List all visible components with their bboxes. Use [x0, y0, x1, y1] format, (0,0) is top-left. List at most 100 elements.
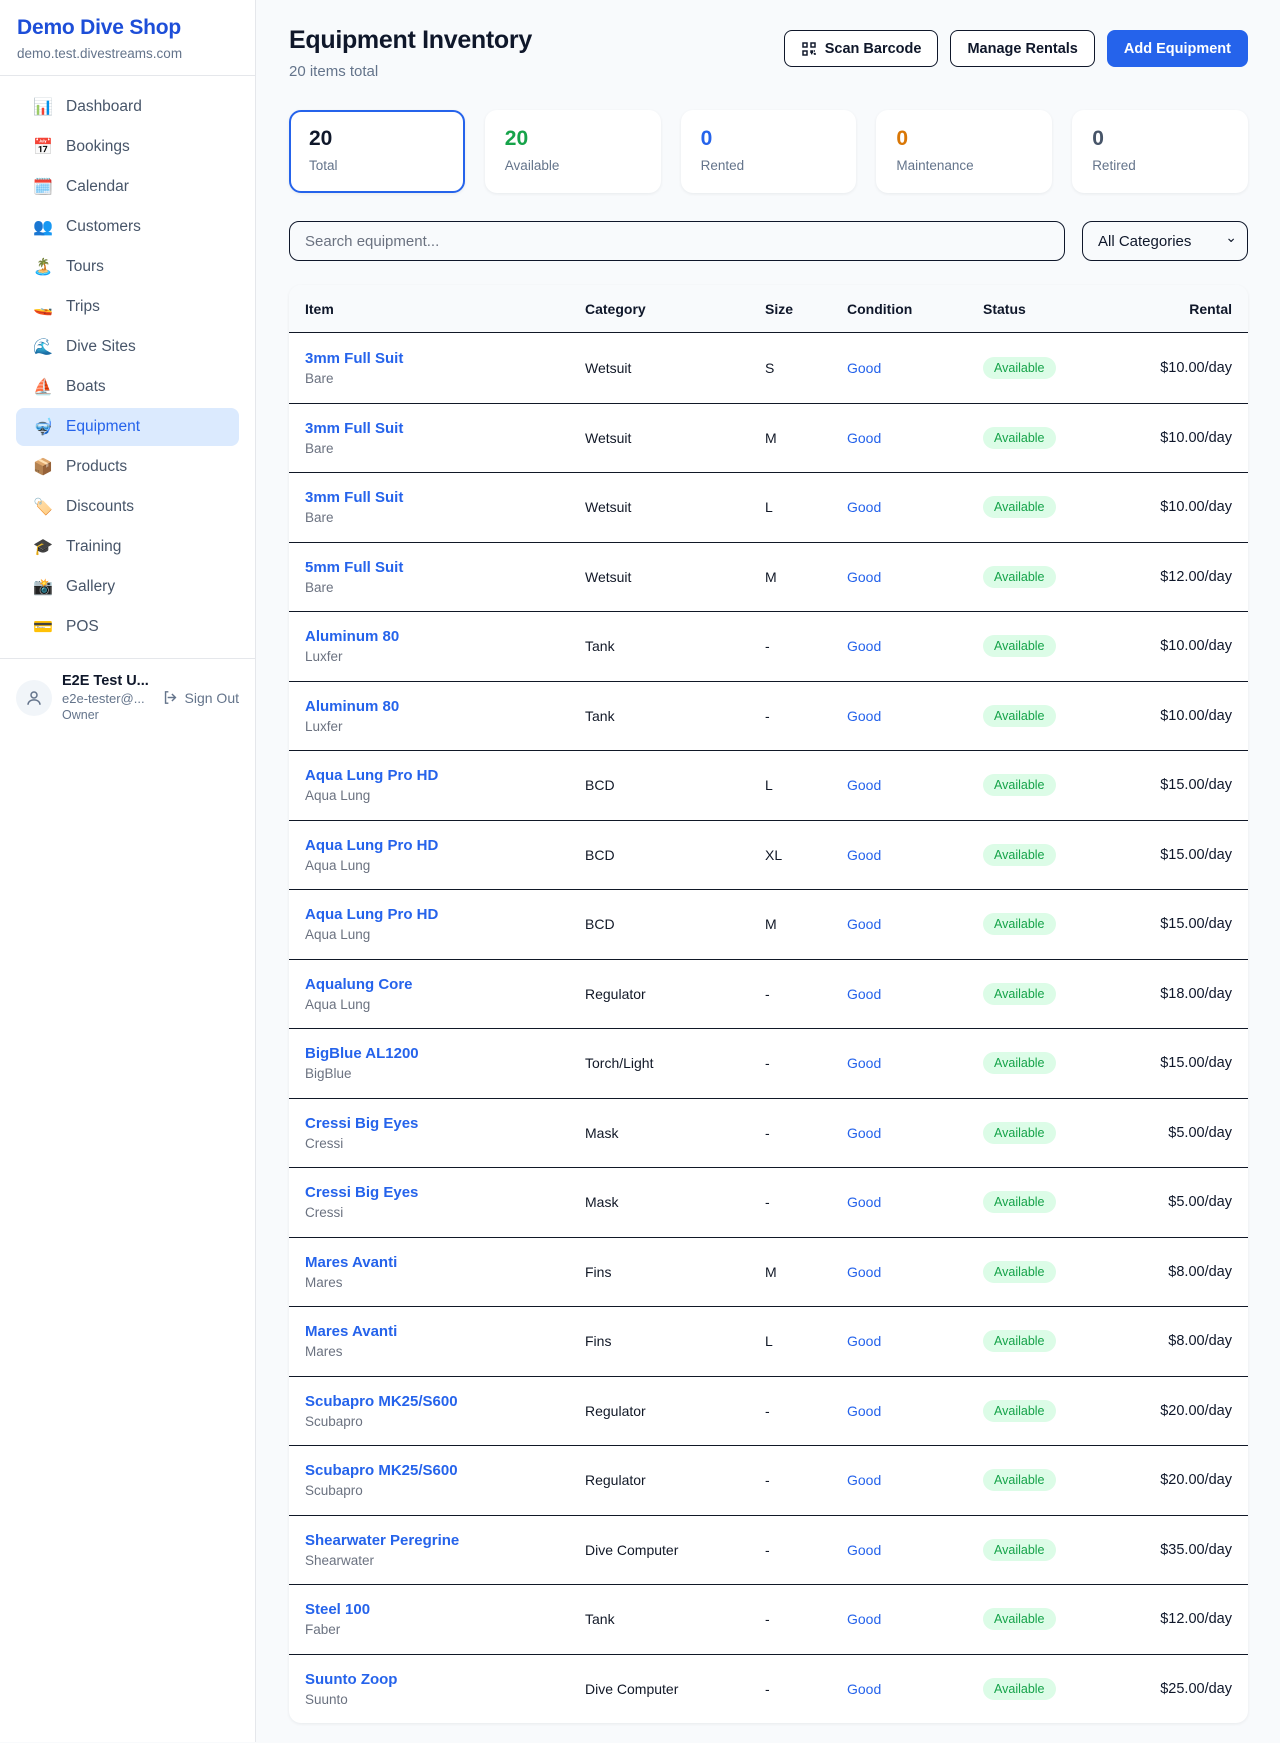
item-name-link[interactable]: Suunto Zoop: [305, 1671, 585, 1688]
table-row: Mares Avanti Mares Fins M Good Available…: [289, 1237, 1248, 1307]
stat-card-total[interactable]: 20 Total: [289, 110, 465, 193]
status-badge: Available: [983, 1261, 1056, 1283]
item-category: Wetsuit: [585, 360, 765, 376]
sidebar-item-discounts[interactable]: 🏷️ Discounts: [16, 488, 239, 526]
user-section: E2E Test U... e2e-tester@... Owner Sign …: [0, 659, 255, 736]
item-condition-link[interactable]: Good: [847, 1194, 983, 1210]
sidebar-item-equipment[interactable]: 🤿 Equipment: [16, 408, 239, 446]
item-condition-link[interactable]: Good: [847, 1681, 983, 1697]
item-name-link[interactable]: BigBlue AL1200: [305, 1045, 585, 1062]
item-condition-link[interactable]: Good: [847, 847, 983, 863]
item-category: Tank: [585, 1611, 765, 1627]
item-condition-link[interactable]: Good: [847, 1333, 983, 1349]
item-name-link[interactable]: Cressi Big Eyes: [305, 1184, 585, 1201]
sidebar-item-boats[interactable]: ⛵ Boats: [16, 368, 239, 406]
item-condition-link[interactable]: Good: [847, 1542, 983, 1558]
item-rental-rate: $10.00/day: [1133, 499, 1232, 515]
manage-rentals-button[interactable]: Manage Rentals: [950, 30, 1094, 67]
item-name-link[interactable]: Scubapro MK25/S600: [305, 1462, 585, 1479]
item-condition-link[interactable]: Good: [847, 916, 983, 932]
stat-card-maintenance[interactable]: 0 Maintenance: [876, 110, 1052, 193]
item-name-link[interactable]: Scubapro MK25/S600: [305, 1393, 585, 1410]
stat-label: Rented: [701, 158, 837, 173]
item-name-link[interactable]: Aqua Lung Pro HD: [305, 767, 585, 784]
item-name-link[interactable]: Aqualung Core: [305, 976, 585, 993]
manage-rentals-label: Manage Rentals: [967, 41, 1077, 57]
sidebar-item-products[interactable]: 📦 Products: [16, 448, 239, 486]
item-name-link[interactable]: 5mm Full Suit: [305, 559, 585, 576]
sidebar-item-training[interactable]: 🎓 Training: [16, 528, 239, 566]
table-row: Cressi Big Eyes Cressi Mask - Good Avail…: [289, 1167, 1248, 1237]
item-condition-link[interactable]: Good: [847, 1611, 983, 1627]
item-rental-rate: $15.00/day: [1133, 847, 1232, 863]
item-condition-link[interactable]: Good: [847, 1472, 983, 1488]
category-select[interactable]: All Categories: [1082, 221, 1248, 261]
scan-barcode-label: Scan Barcode: [825, 41, 922, 57]
sidebar-item-calendar[interactable]: 🗓️ Calendar: [16, 168, 239, 206]
sidebar-item-label: Dive Sites: [66, 338, 136, 356]
scan-barcode-button[interactable]: Scan Barcode: [784, 30, 939, 67]
item-size: L: [765, 1333, 847, 1349]
item-name-link[interactable]: Aluminum 80: [305, 628, 585, 645]
item-brand: Scubapro: [305, 1483, 585, 1498]
item-name-link[interactable]: Mares Avanti: [305, 1323, 585, 1340]
stat-card-rented[interactable]: 0 Rented: [681, 110, 857, 193]
item-condition-link[interactable]: Good: [847, 499, 983, 515]
item-name-link[interactable]: 3mm Full Suit: [305, 489, 585, 506]
item-condition-link[interactable]: Good: [847, 430, 983, 446]
item-condition-link[interactable]: Good: [847, 1403, 983, 1419]
item-condition-link[interactable]: Good: [847, 1125, 983, 1141]
item-condition-link[interactable]: Good: [847, 638, 983, 654]
item-name-link[interactable]: 3mm Full Suit: [305, 420, 585, 437]
item-name-link[interactable]: 3mm Full Suit: [305, 350, 585, 367]
item-name-link[interactable]: Steel 100: [305, 1601, 585, 1618]
item-name-link[interactable]: Cressi Big Eyes: [305, 1115, 585, 1132]
status-badge: Available: [983, 1052, 1056, 1074]
item-condition-link[interactable]: Good: [847, 1055, 983, 1071]
item-size: -: [765, 708, 847, 724]
person-icon: [25, 689, 43, 707]
item-brand: Mares: [305, 1275, 585, 1290]
item-condition-link[interactable]: Good: [847, 360, 983, 376]
main-content: Equipment Inventory 20 items total Scan …: [256, 0, 1280, 1743]
item-rental-rate: $10.00/day: [1133, 430, 1232, 446]
sidebar-item-pos[interactable]: 💳 POS: [16, 608, 239, 646]
item-brand: Scubapro: [305, 1414, 585, 1429]
sign-out-button[interactable]: Sign Out: [162, 689, 239, 706]
sidebar-item-trips[interactable]: 🚤 Trips: [16, 288, 239, 326]
sidebar-item-customers[interactable]: 👥 Customers: [16, 208, 239, 246]
sidebar-item-gallery[interactable]: 📸 Gallery: [16, 568, 239, 606]
table-body: 3mm Full Suit Bare Wetsuit S Good Availa…: [289, 333, 1248, 1723]
sidebar-item-bookings[interactable]: 📅 Bookings: [16, 128, 239, 166]
item-name-link[interactable]: Mares Avanti: [305, 1254, 585, 1271]
item-condition-link[interactable]: Good: [847, 986, 983, 1002]
status-badge: Available: [983, 566, 1056, 588]
item-condition-link[interactable]: Good: [847, 777, 983, 793]
search-input[interactable]: [289, 221, 1065, 261]
sidebar-item-label: Discounts: [66, 498, 134, 516]
stat-card-available[interactable]: 20 Available: [485, 110, 661, 193]
item-brand: Aqua Lung: [305, 997, 585, 1012]
sidebar-item-dashboard[interactable]: 📊 Dashboard: [16, 88, 239, 126]
status-badge: Available: [983, 705, 1056, 727]
item-name-link[interactable]: Aqua Lung Pro HD: [305, 837, 585, 854]
sidebar-item-label: Products: [66, 458, 127, 476]
status-badge: Available: [983, 1400, 1056, 1422]
products-box-icon: 📦: [33, 457, 53, 477]
bookings-calendar-icon: 📅: [33, 137, 53, 157]
item-name-link[interactable]: Aqua Lung Pro HD: [305, 906, 585, 923]
stat-card-retired[interactable]: 0 Retired: [1072, 110, 1248, 193]
item-name-link[interactable]: Shearwater Peregrine: [305, 1532, 585, 1549]
item-name-link[interactable]: Aluminum 80: [305, 698, 585, 715]
item-brand: Bare: [305, 510, 585, 525]
item-condition-link[interactable]: Good: [847, 569, 983, 585]
stat-label: Maintenance: [896, 158, 1032, 173]
sidebar-nav: 📊 Dashboard 📅 Bookings 🗓️ Calendar 👥 Cus…: [0, 76, 255, 658]
item-condition-link[interactable]: Good: [847, 708, 983, 724]
item-brand: Mares: [305, 1344, 585, 1359]
sidebar-item-dive-sites[interactable]: 🌊 Dive Sites: [16, 328, 239, 366]
item-rental-rate: $35.00/day: [1133, 1542, 1232, 1558]
add-equipment-button[interactable]: Add Equipment: [1107, 30, 1248, 67]
sidebar-item-tours[interactable]: 🏝️ Tours: [16, 248, 239, 286]
item-condition-link[interactable]: Good: [847, 1264, 983, 1280]
